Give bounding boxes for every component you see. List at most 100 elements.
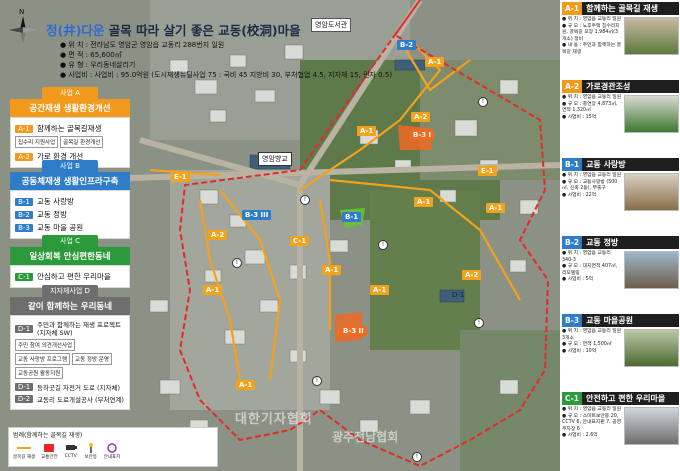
map-label-a1[interactable]: A-1 <box>425 57 445 67</box>
project-code: A-1 <box>15 124 33 133</box>
card-header: B-1 교동 사랑방 <box>562 158 679 171</box>
library-badge: 영암도서관 <box>311 18 352 32</box>
map-label-b3i[interactable]: B-3 I <box>410 130 435 140</box>
card-header: A-2 가로경관조성 <box>562 80 679 93</box>
map-legend: 범례(함께하는 골목길 재생) 골목길 재생 교통안전 CCTV 보안등 안내표… <box>8 427 218 467</box>
page-title: 정(井)다운 골목 따라 살기 좋은 교동(校洞)마을 <box>46 20 301 39</box>
project-code: C-1 <box>15 272 33 281</box>
sub-projects: 집수리 지원사업 골목길 환경개선 <box>15 136 125 148</box>
legend-label: 보안등 <box>84 455 97 460</box>
map-label-a1[interactable]: A-1 <box>236 380 256 390</box>
section-d: 지자체사업 D 같이 함께하는 우리동네 D-1 주민과 함께하는 재생 프로젝트… <box>10 285 130 410</box>
card-description: ● 위 치 : 영암읍 교동리 일원 3개소 ● 규 모 : 면적 1,500㎡… <box>562 329 622 354</box>
info-type: ● 유 형 : 우리동네살리기 <box>60 61 136 69</box>
info-area: ● 면 적 : 65,600㎡ <box>60 51 122 59</box>
project-card[interactable]: B-2 교동 정방 ● 위 치 : 영암읍 교동리 340-3 ● 규 모 : 대… <box>562 236 679 289</box>
map-pin[interactable]: ! <box>478 97 488 107</box>
legend-label: 골목길 재생 <box>13 455 36 460</box>
map-label-c1[interactable]: C-1 <box>290 236 310 246</box>
project-label: 교동 사랑방 <box>37 197 74 206</box>
card-code: B-2 <box>562 236 583 249</box>
svg-text:N: N <box>19 8 24 16</box>
sub-project-tag: 집수리 지원사업 <box>15 136 59 148</box>
map-label-b1[interactable]: B-1 <box>342 212 362 222</box>
project-row[interactable]: D-1 주민과 함께하는 재생 프로젝트 (지자체 SW) <box>15 321 125 337</box>
card-title: 교동 마을공원 <box>586 316 634 325</box>
card-title: 함께하는 골목길 재생 <box>586 4 658 13</box>
project-card[interactable]: B-1 교동 사랑방 ● 위 치 : 영암읍 교동리 일원 ● 규 모 : 교동사… <box>562 158 679 211</box>
project-code: B-1 <box>15 197 33 206</box>
map-label-b3ii[interactable]: B-3 II <box>340 326 367 336</box>
map-label-e1[interactable]: E-1 <box>171 172 190 182</box>
legend-item: 교통안전 <box>41 443 58 460</box>
project-row[interactable]: B-3 교동 마을 공원 <box>15 222 125 233</box>
section-tag: 지자체사업 D <box>42 285 98 297</box>
card-description: ● 위 치 : 영암읍 교동리 일원 ● 규 모 : 스마트보안등 20, CC… <box>562 407 622 438</box>
section-body: D-1 주민과 함께하는 재생 프로젝트 (지자체 SW) 주민 참여 의견개선사… <box>10 315 130 410</box>
card-body: ● 위 치 : 영암읍 교동리 일원 ● 규 모 : 스마트보안등 20, CC… <box>562 405 679 445</box>
project-code: D-1 <box>15 383 33 391</box>
project-row[interactable]: D-2 교동리 도로개설공사 (부처연계) <box>15 394 125 404</box>
card-title: 안전하고 편한 우리마을 <box>586 394 666 403</box>
map-label-d1[interactable]: D-1 <box>449 290 467 300</box>
sign-icon <box>107 443 117 453</box>
section-heading: 공동체재생 생활인프라구축 <box>10 172 130 190</box>
card-photo <box>624 329 679 367</box>
section-heading: 일상회복 안심편한동네 <box>10 247 130 265</box>
card-header: B-2 교동 정방 <box>562 236 679 249</box>
card-title: 교동 사랑방 <box>586 160 626 169</box>
map-pin[interactable]: ! <box>312 376 322 386</box>
project-row[interactable]: B-1 교동 사랑방 <box>15 196 125 207</box>
map-label-a2[interactable]: A-2 <box>208 230 228 240</box>
sub-project-tag: 교동공원 활동지원 <box>15 367 64 379</box>
map-label-a1[interactable]: A-1 <box>322 265 342 275</box>
legend-title: 범례(함께하는 골목길 재생) <box>13 432 83 439</box>
project-row[interactable]: A-1 함께하는 골목길재생 <box>15 123 125 134</box>
project-row[interactable]: B-2 교동 정방 <box>15 209 125 220</box>
watermark: 대한기자협회 <box>235 412 313 427</box>
map-label-a1[interactable]: A-1 <box>370 285 390 295</box>
project-card[interactable]: A-1 함께하는 골목길 재생 ● 위 치 : 영암읍 교동리 일원 ● 규 모 … <box>562 2 679 56</box>
card-title: 교동 정방 <box>586 238 619 247</box>
map-pin[interactable]: ! <box>232 258 242 268</box>
traffic-safety-icon <box>44 444 55 452</box>
map-label-a2[interactable]: A-2 <box>411 112 431 122</box>
project-card[interactable]: B-3 교동 마을공원 ● 위 치 : 영암읍 교동리 일원 3개소 ● 규 모 … <box>562 314 679 367</box>
map-pin[interactable]: ! <box>474 318 484 328</box>
legend-items: 골목길 재생 교통안전 CCTV 보안등 안내표지 <box>13 443 213 460</box>
map-label-a2[interactable]: A-2 <box>462 270 482 280</box>
section-b: 사업 B 공동체재생 생활인프라구축 B-1 교동 사랑방 B-2 교동 정방 B-… <box>10 160 130 239</box>
project-cards-panel: A-1 함께하는 골목길 재생 ● 위 치 : 영암읍 교동리 일원 ● 규 모 … <box>560 0 680 471</box>
map-header: N 정(井)다운 골목 따라 살기 좋은 교동(校洞)마을 영암도서관 ● 위 … <box>6 6 392 79</box>
map-pin[interactable]: ! <box>378 240 388 250</box>
sub-project-tag: 교동 정방 운영 <box>72 353 112 365</box>
map-label-a1[interactable]: A-1 <box>414 197 434 207</box>
project-card[interactable]: C-1 안전하고 편한 우리마을 ● 위 치 : 영암읍 교동리 일원 ● 규 모… <box>562 392 679 445</box>
map-pin[interactable]: ! <box>412 452 422 462</box>
card-photo <box>624 95 679 133</box>
section-body: B-1 교동 사랑방 B-2 교동 정방 B-3 교동 마을 공원 <box>10 190 130 239</box>
legend-label: CCTV <box>64 454 77 459</box>
map-label-a1[interactable]: A-1 <box>203 285 223 295</box>
map-label-b3iii[interactable]: B-3 III <box>242 210 272 220</box>
project-row[interactable]: D-1 동하곳길 자전거 도로 (지자체) <box>15 382 125 392</box>
streetlight-icon <box>88 443 93 453</box>
title-rest: 골목 따라 살기 좋은 교동(校洞)마을 <box>104 23 301 38</box>
card-header: B-3 교동 마을공원 <box>562 314 679 327</box>
section-a: 사업 A 공간재생 생활환경개선 A-1 함께하는 골목길재생 집수리 지원사업 … <box>10 87 130 168</box>
card-description: ● 위 치 : 영암읍 교동리 340-3 ● 규 모 : 대지면적 407㎡,… <box>562 251 618 282</box>
project-card[interactable]: A-2 가로경관조성 ● 위 치 : 영암읍 교동리 일원 ● 규 모 : 총연장… <box>562 80 679 133</box>
section-heading: 같이 함께하는 우리동네 <box>10 297 130 315</box>
map-pin[interactable]: ! <box>300 195 310 205</box>
project-row[interactable]: C-1 안심하고 편한 우리마을 <box>15 271 125 282</box>
map-label-e1[interactable]: E-1 <box>478 166 497 176</box>
card-code: C-1 <box>562 392 583 405</box>
map-label-a1[interactable]: A-1 <box>486 203 506 213</box>
cctv-icon <box>65 445 77 450</box>
alley-line-icon <box>17 447 32 449</box>
card-title: 가로경관조성 <box>586 82 631 91</box>
map-label-a1[interactable]: A-1 <box>357 126 377 136</box>
project-code: B-2 <box>15 210 33 219</box>
map-label-b2[interactable]: B-2 <box>397 40 417 50</box>
project-label: 교동 마을 공원 <box>37 223 84 232</box>
